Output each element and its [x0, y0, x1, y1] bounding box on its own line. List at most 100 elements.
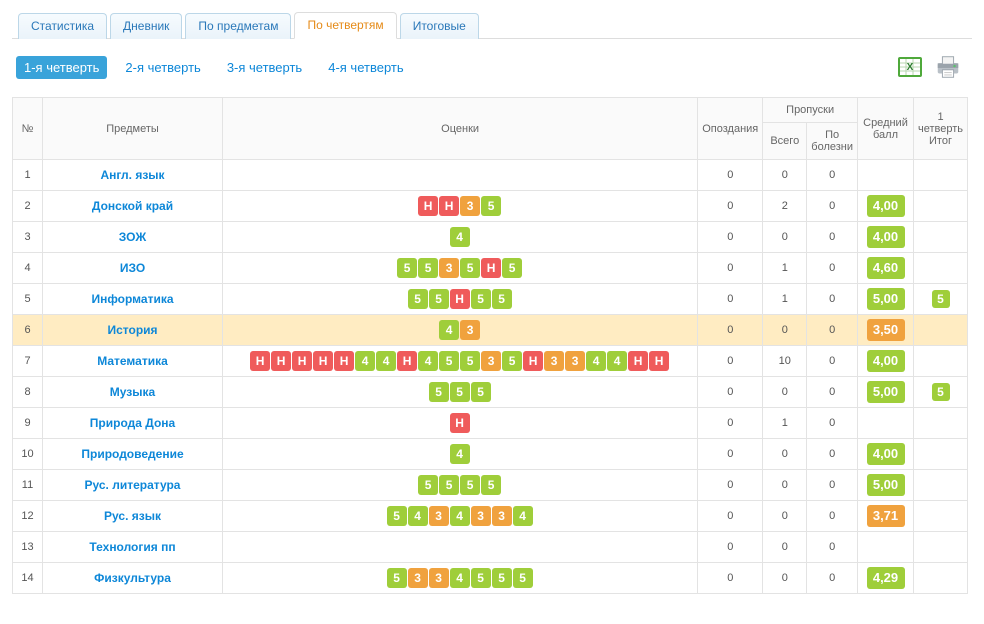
- cell-abs-ill: 0: [807, 191, 858, 222]
- cell-final: [914, 346, 968, 377]
- tab[interactable]: Дневник: [110, 13, 182, 39]
- cell-avg: [858, 532, 914, 563]
- mark-badge: 5: [387, 506, 407, 526]
- mark-badge: Н: [450, 289, 470, 309]
- th-num: №: [13, 98, 43, 160]
- avg-badge: 3,50: [867, 319, 905, 341]
- cell-abs-total: 0: [763, 160, 807, 191]
- quarter-tab[interactable]: 1-я четверть: [16, 56, 107, 79]
- mark-badge: Н: [313, 351, 333, 371]
- mark-badge: 3: [408, 568, 428, 588]
- cell-abs-ill: 0: [807, 470, 858, 501]
- cell-abs-total: 1: [763, 253, 807, 284]
- cell-marks: 4: [223, 439, 698, 470]
- mark-badge: 3: [492, 506, 512, 526]
- cell-num: 14: [13, 563, 43, 594]
- cell-avg: 4,29: [858, 563, 914, 594]
- cell-avg: 4,00: [858, 439, 914, 470]
- table-row: 4ИЗО5535Н50104,60: [13, 253, 968, 284]
- mark-badge: 5: [460, 258, 480, 278]
- mark-badge: 4: [513, 506, 533, 526]
- cell-late: 0: [698, 532, 763, 563]
- subject-link[interactable]: Природоведение: [81, 447, 183, 461]
- cell-marks: НН35: [223, 191, 698, 222]
- cell-subject: Рус. язык: [43, 501, 223, 532]
- cell-late: 0: [698, 470, 763, 501]
- cell-late: 0: [698, 439, 763, 470]
- quarter-tab[interactable]: 3-я четверть: [219, 56, 310, 79]
- table-row: 2Донской крайНН350204,00: [13, 191, 968, 222]
- mark-badge: 5: [513, 568, 533, 588]
- cell-subject: ИЗО: [43, 253, 223, 284]
- th-avg: Средний балл: [858, 98, 914, 160]
- mark-badge: 3: [471, 506, 491, 526]
- subject-link[interactable]: Рус. литература: [85, 478, 181, 492]
- cell-marks: 5535Н5: [223, 253, 698, 284]
- cell-subject: Физкультура: [43, 563, 223, 594]
- cell-avg: 5,00: [858, 470, 914, 501]
- subject-link[interactable]: Физкультура: [94, 571, 171, 585]
- subject-link[interactable]: Технология пп: [89, 540, 175, 554]
- subject-link[interactable]: Информатика: [91, 292, 173, 306]
- subject-link[interactable]: ЗОЖ: [119, 230, 146, 244]
- cell-abs-total: 0: [763, 377, 807, 408]
- subject-link[interactable]: История: [107, 323, 157, 337]
- cell-late: 0: [698, 253, 763, 284]
- cell-marks: ННННН44Н45535Н3344НН: [223, 346, 698, 377]
- cell-abs-ill: 0: [807, 160, 858, 191]
- cell-late: 0: [698, 563, 763, 594]
- avg-badge: 3,71: [867, 505, 905, 527]
- cell-late: 0: [698, 346, 763, 377]
- cell-final: [914, 532, 968, 563]
- th-abs-total: Всего: [763, 123, 807, 160]
- top-tabs: СтатистикаДневникПо предметам По четвертя…: [12, 10, 972, 39]
- subject-link[interactable]: ИЗО: [120, 261, 145, 275]
- mark-badge: 5: [439, 475, 459, 495]
- cell-num: 8: [13, 377, 43, 408]
- subject-link[interactable]: Природа Дона: [90, 416, 175, 430]
- tab[interactable]: Итоговые: [400, 13, 479, 39]
- avg-badge: 5,00: [867, 381, 905, 403]
- quarter-tab[interactable]: 2-я четверть: [117, 56, 208, 79]
- cell-num: 10: [13, 439, 43, 470]
- table-row: 9Природа ДонаН010: [13, 408, 968, 439]
- mark-badge: Н: [450, 413, 470, 433]
- cell-abs-total: 1: [763, 408, 807, 439]
- cell-avg: 5,00: [858, 284, 914, 315]
- table-row: 7МатематикаННННН44Н45535Н3344НН01004,00: [13, 346, 968, 377]
- cell-abs-total: 10: [763, 346, 807, 377]
- mark-badge: 4: [607, 351, 627, 371]
- excel-icon[interactable]: X: [896, 53, 924, 81]
- cell-final: [914, 470, 968, 501]
- cell-avg: 4,00: [858, 222, 914, 253]
- cell-abs-ill: 0: [807, 346, 858, 377]
- tab-label: По четвертям: [307, 18, 383, 32]
- subject-link[interactable]: Англ. язык: [100, 168, 164, 182]
- mark-badge: 3: [481, 351, 501, 371]
- mark-badge: Н: [628, 351, 648, 371]
- cell-abs-total: 0: [763, 563, 807, 594]
- tab[interactable]: По четвертям: [294, 12, 396, 39]
- tab[interactable]: По предметам: [185, 13, 291, 39]
- quarter-tab-label: 2-я четверть: [125, 60, 200, 75]
- subject-link[interactable]: Рус. язык: [104, 509, 161, 523]
- cell-subject: Природоведение: [43, 439, 223, 470]
- th-subject: Предметы: [43, 98, 223, 160]
- subject-link[interactable]: Донской край: [92, 199, 173, 213]
- quarter-tab[interactable]: 4-я четверть: [320, 56, 411, 79]
- subject-link[interactable]: Музыка: [110, 385, 155, 399]
- mark-badge: 5: [460, 475, 480, 495]
- avg-badge: 4,00: [867, 350, 905, 372]
- print-icon[interactable]: [934, 53, 962, 81]
- cell-late: 0: [698, 284, 763, 315]
- export-tools: X: [896, 53, 968, 81]
- cell-num: 5: [13, 284, 43, 315]
- cell-subject: Рус. литература: [43, 470, 223, 501]
- mark-badge: Н: [271, 351, 291, 371]
- mark-badge: 4: [355, 351, 375, 371]
- final-badge: 5: [932, 383, 950, 401]
- subject-link[interactable]: Математика: [97, 354, 168, 368]
- tab[interactable]: Статистика: [18, 13, 107, 39]
- cell-marks: 555: [223, 377, 698, 408]
- cell-abs-ill: 0: [807, 501, 858, 532]
